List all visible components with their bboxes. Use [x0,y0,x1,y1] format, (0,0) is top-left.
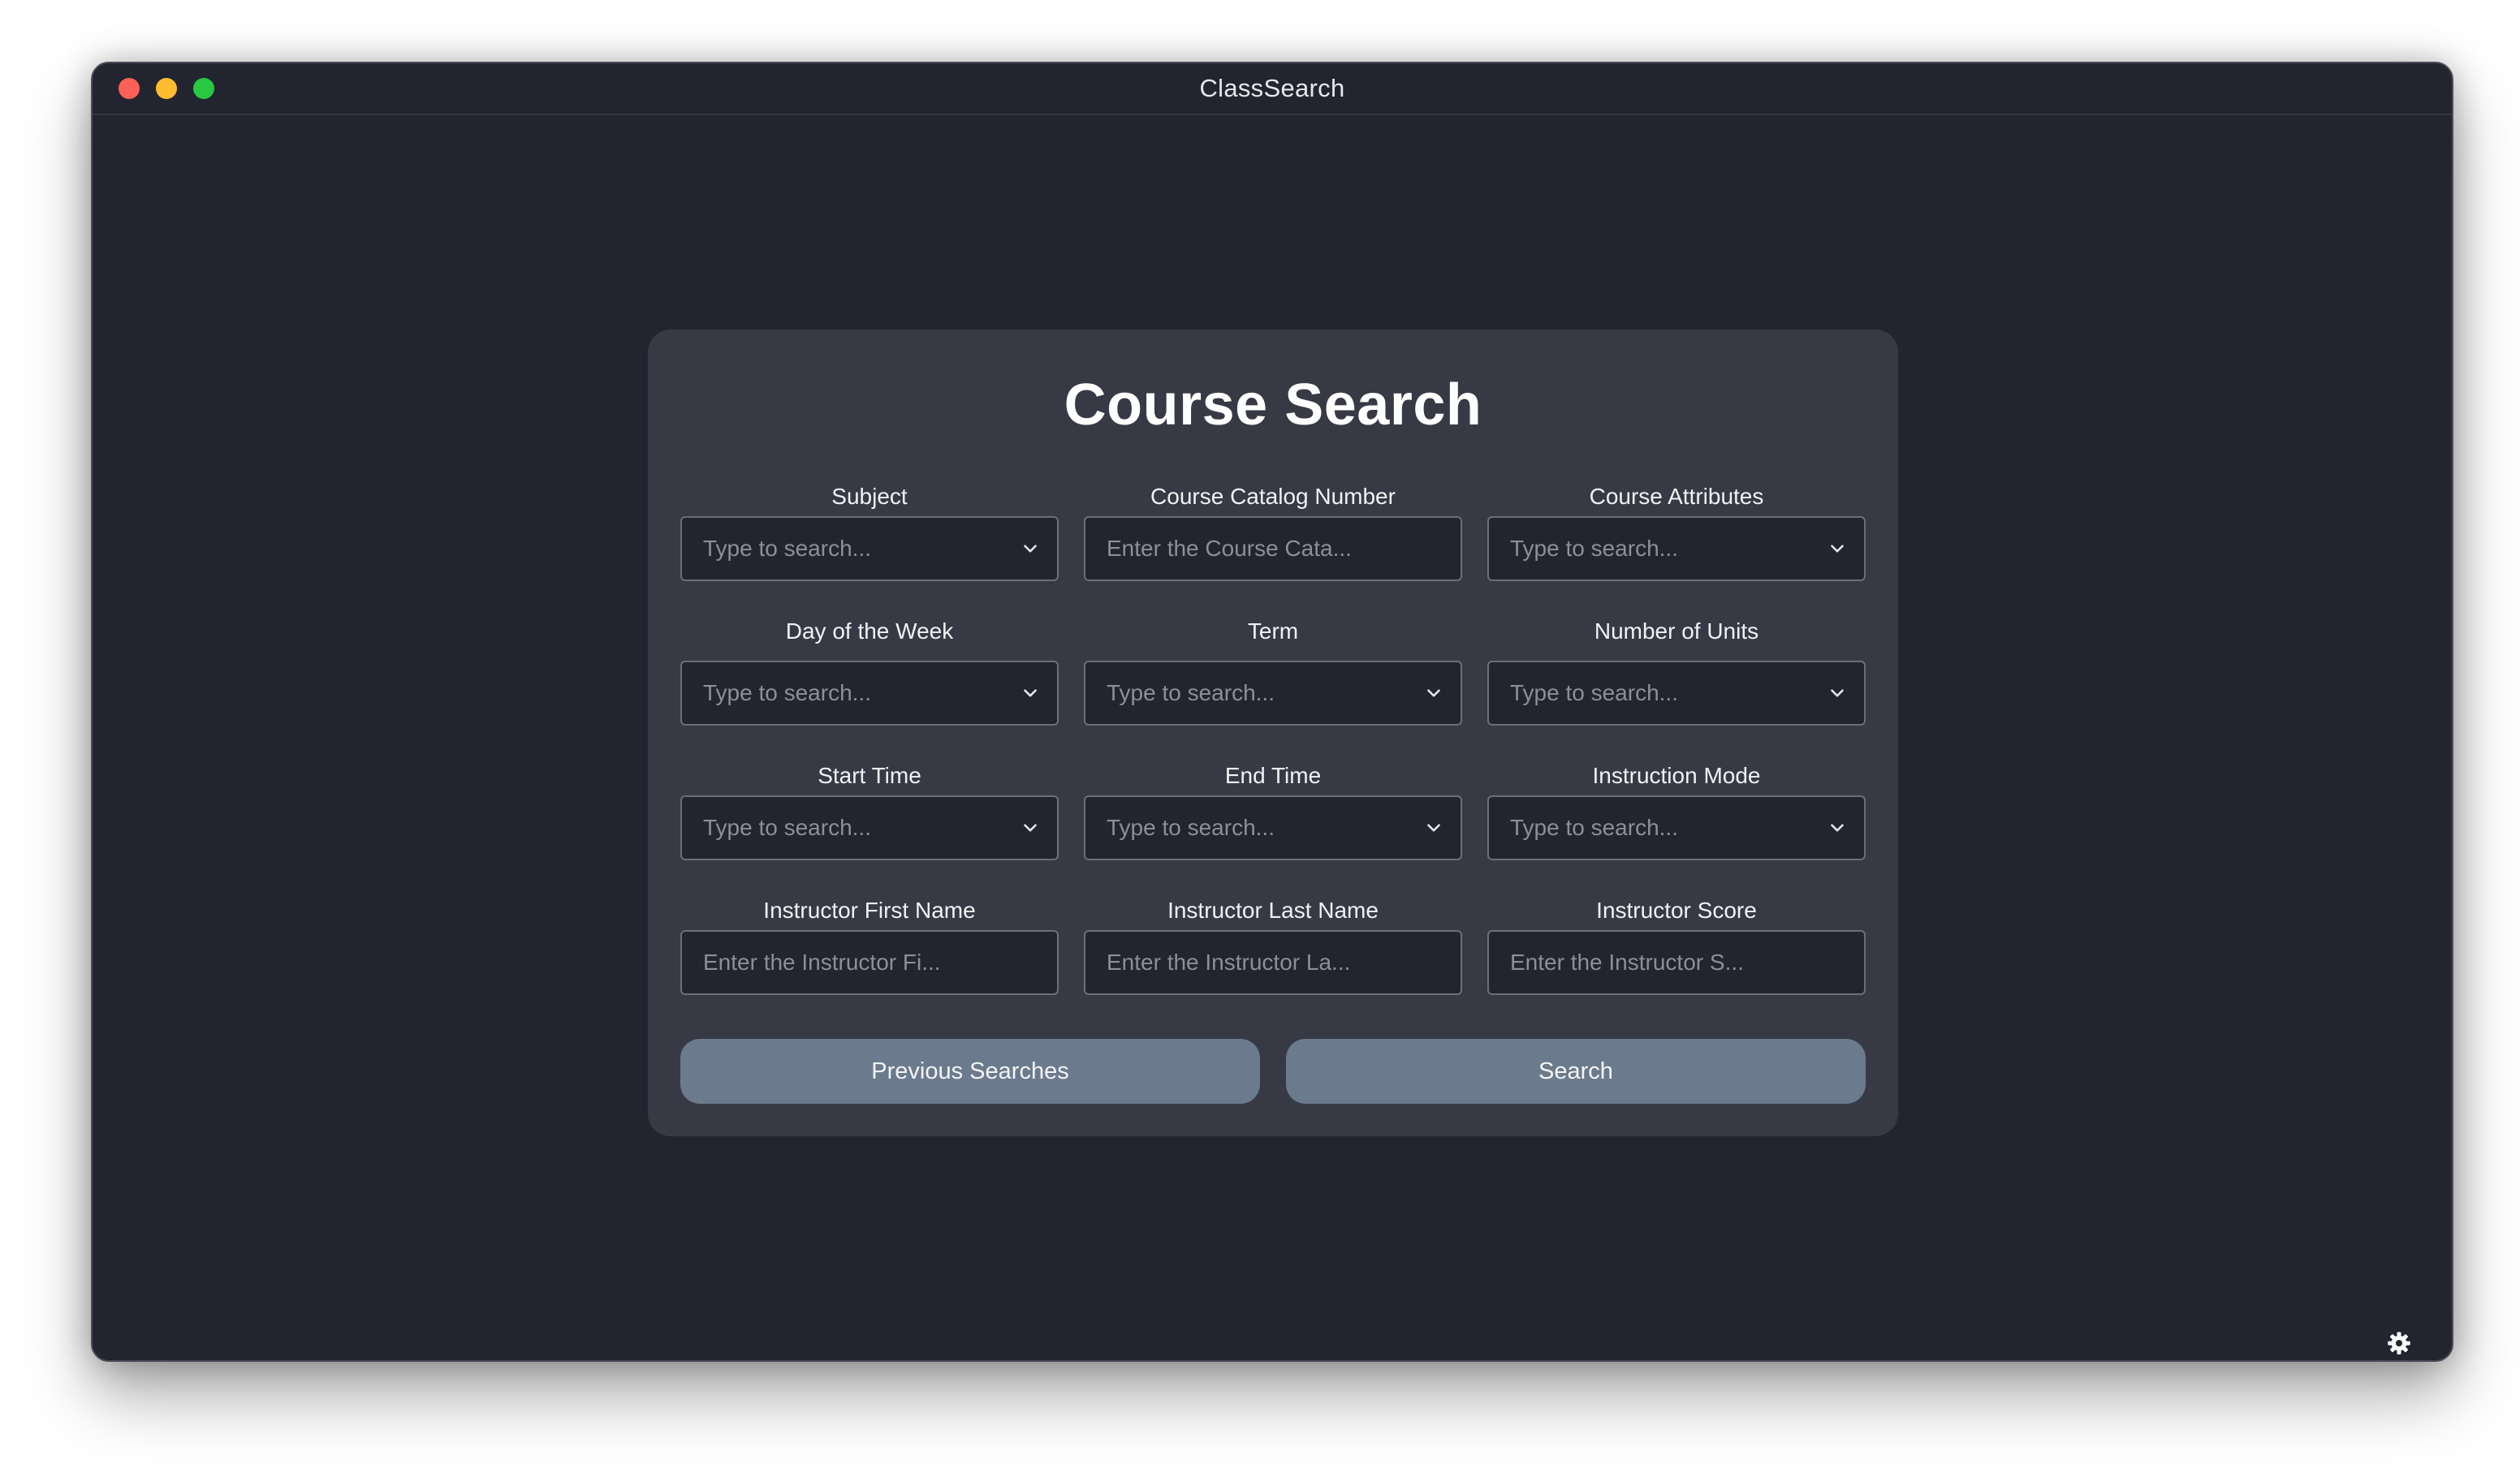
subject-label: Subject [831,484,908,509]
term-input[interactable] [1107,680,1417,706]
instructor-last-name-box[interactable] [1084,930,1462,995]
term-label: Term [1247,618,1299,644]
number-of-units-input[interactable] [1510,680,1820,706]
course-attributes-input[interactable] [1510,536,1820,562]
start-time-label: Start Time [818,763,921,788]
instructor-first-name-input[interactable] [703,950,1041,976]
search-button[interactable]: Search [1286,1039,1866,1104]
instructor-first-name-box[interactable] [680,930,1059,995]
end-time-input[interactable] [1107,815,1417,841]
app-window: ClassSearch Course Search Subject Course… [91,62,2453,1362]
course-search-card: Course Search Subject Course Catalog Num… [648,330,1898,1136]
term-dropdown[interactable] [1084,661,1462,726]
gear-icon[interactable] [2387,1331,2411,1355]
title-bar: ClassSearch [93,63,2452,115]
page-title: Course Search [1064,373,1482,437]
number-of-units-dropdown[interactable] [1487,661,1866,726]
number-of-units-label: Number of Units [1594,618,1759,644]
window-title: ClassSearch [1199,74,1345,102]
end-time-dropdown[interactable] [1084,795,1462,860]
close-window-button[interactable] [119,78,140,99]
instructor-score-label: Instructor Score [1596,898,1757,923]
instructor-last-name-label: Instructor Last Name [1167,898,1379,923]
chevron-down-icon[interactable] [1423,817,1444,838]
end-time-label: End Time [1224,763,1322,788]
chevron-down-icon[interactable] [1020,538,1041,559]
chevron-down-icon[interactable] [1020,817,1041,838]
instruction-mode-dropdown[interactable] [1487,795,1866,860]
zoom-window-button[interactable] [193,78,214,99]
course-catalog-number-input[interactable] [1107,536,1444,562]
window-controls [119,78,214,99]
previous-searches-button[interactable]: Previous Searches [680,1039,1260,1104]
instruction-mode-input[interactable] [1510,815,1820,841]
chevron-down-icon[interactable] [1827,683,1848,704]
course-attributes-dropdown[interactable] [1487,516,1866,581]
course-attributes-label: Course Attributes [1589,484,1764,509]
start-time-dropdown[interactable] [680,795,1059,860]
instruction-mode-label: Instruction Mode [1592,763,1761,788]
chevron-down-icon[interactable] [1423,683,1444,704]
minimize-window-button[interactable] [156,78,177,99]
instructor-score-input[interactable] [1510,950,1848,976]
subject-dropdown[interactable] [680,516,1059,581]
start-time-input[interactable] [703,815,1013,841]
chevron-down-icon[interactable] [1827,538,1848,559]
subject-input[interactable] [703,536,1013,562]
day-of-week-label: Day of the Week [785,618,954,644]
instructor-first-name-label: Instructor First Name [763,898,976,923]
instructor-score-box[interactable] [1487,930,1866,995]
chevron-down-icon[interactable] [1827,817,1848,838]
day-of-week-dropdown[interactable] [680,661,1059,726]
instructor-last-name-input[interactable] [1107,950,1444,976]
course-catalog-number-label: Course Catalog Number [1150,484,1396,509]
chevron-down-icon[interactable] [1020,683,1041,704]
course-catalog-number-box[interactable] [1084,516,1462,581]
day-of-week-input[interactable] [703,680,1013,706]
